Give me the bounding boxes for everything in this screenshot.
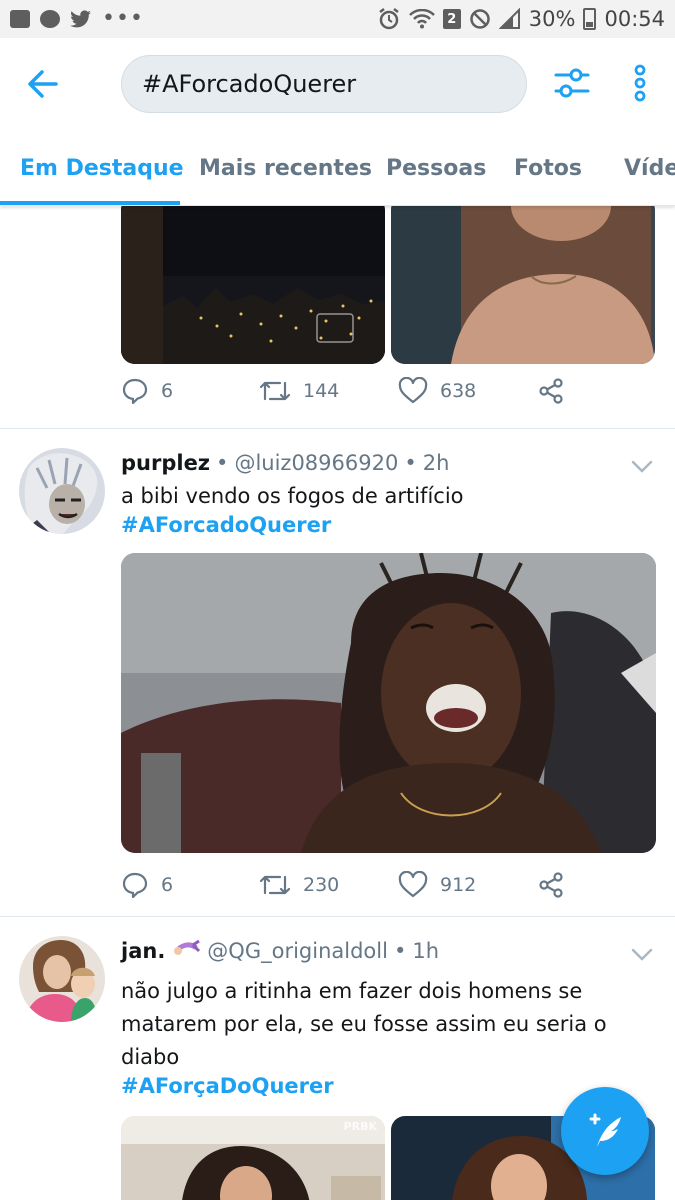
tweet-photo-actress-1[interactable]: PRBK: [121, 1116, 385, 1200]
like-count: 638: [440, 380, 477, 402]
retweet-icon: [259, 381, 291, 401]
retweet-count: 230: [303, 874, 340, 896]
tweet-header: jan. @QG_originaldoll • 1h: [121, 939, 439, 963]
author-name[interactable]: jan.: [121, 939, 165, 963]
search-filter-button[interactable]: [552, 63, 592, 103]
chevron-down-icon[interactable]: [630, 459, 654, 475]
retweet-icon: [259, 875, 291, 895]
tweet-header: purplez • @luiz08966920 • 2h: [121, 451, 449, 475]
whatsapp-icon: [40, 10, 60, 28]
reply-icon: [122, 872, 148, 899]
reply-button[interactable]: 6: [121, 871, 173, 899]
tweet-text: a bibi vendo os fogos de artifício: [121, 484, 464, 508]
twitter-icon: [70, 10, 91, 28]
tweet-photo-laughing-woman[interactable]: [121, 553, 656, 853]
woman-portrait-image: [391, 206, 655, 364]
compose-feather-icon: [589, 1113, 621, 1147]
reply-button[interactable]: 6: [121, 377, 173, 405]
like-count: 912: [440, 874, 477, 896]
do-not-disturb-icon: [470, 9, 490, 29]
back-button[interactable]: [24, 66, 64, 102]
active-tab-indicator: [0, 201, 180, 205]
heart-icon: [398, 377, 428, 404]
signal-icon: [498, 8, 520, 29]
reply-count: 6: [161, 874, 174, 896]
tweet-card[interactable]: purplez • @luiz08966920 • 2h a bibi vend…: [0, 429, 675, 917]
tab-videos[interactable]: Vídeos: [624, 132, 675, 204]
tweet-actions: 6 230 912: [121, 871, 591, 911]
more-notifications-icon: •••: [102, 6, 144, 31]
avatar[interactable]: [19, 448, 105, 534]
share-button[interactable]: [537, 871, 565, 899]
wifi-icon: [408, 9, 435, 29]
reply-count: 6: [161, 380, 174, 402]
watermark: PRBK: [343, 1120, 377, 1133]
separator-dot: •: [404, 451, 417, 475]
sim-badge: 2: [442, 9, 461, 29]
avatar[interactable]: [19, 936, 105, 1022]
like-button[interactable]: 912: [398, 871, 476, 899]
hashtag-link[interactable]: #AForçaDoQuerer: [121, 1074, 334, 1098]
separator-dot: •: [216, 451, 229, 475]
tweet-actions: 6 144 638: [121, 377, 591, 417]
separator-dot: •: [393, 939, 407, 963]
hashtag-link[interactable]: #AForcadoQuerer: [121, 513, 331, 537]
mermaid-emoji-icon: [174, 939, 201, 955]
overflow-menu-button[interactable]: [626, 63, 654, 103]
share-icon: [539, 872, 563, 898]
tab-photos[interactable]: Fotos: [514, 132, 582, 204]
battery-icon: [583, 8, 597, 30]
retweet-button[interactable]: 144: [259, 377, 339, 405]
author-name[interactable]: purplez: [121, 451, 210, 475]
chevron-down-icon[interactable]: [630, 947, 654, 963]
back-arrow-icon: [28, 70, 58, 98]
like-button[interactable]: 638: [398, 377, 476, 405]
search-results-feed[interactable]: 6 144 638 purplez • @luiz08966920 • 2h a…: [0, 206, 675, 1200]
avatar-image: [19, 448, 105, 534]
tweet-photo-woman[interactable]: [391, 206, 655, 364]
night-city-image: [121, 206, 385, 364]
tweet-timestamp: 1h: [412, 939, 440, 963]
app-header: #AForcadoQuerer: [0, 38, 675, 132]
tab-top[interactable]: Em Destaque: [20, 132, 184, 204]
tab-latest[interactable]: Mais recentes: [199, 132, 372, 204]
battery-percent: 30%: [528, 7, 576, 31]
reply-icon: [122, 378, 148, 405]
compose-tweet-button[interactable]: [561, 1087, 649, 1175]
author-handle[interactable]: @QG_originaldoll: [207, 939, 388, 963]
tweet-timestamp: 2h: [422, 451, 450, 475]
laughing-woman-image: [121, 553, 656, 853]
tweet-media-grid: [121, 206, 655, 364]
heart-icon: [398, 871, 428, 898]
retweet-count: 144: [303, 380, 340, 402]
share-button[interactable]: [537, 377, 565, 405]
search-input[interactable]: #AForcadoQuerer: [121, 55, 527, 113]
vertical-dots-icon: [634, 64, 646, 102]
status-bar: ••• 2 30% 00:54: [0, 0, 675, 38]
retweet-button[interactable]: 230: [259, 871, 339, 899]
search-tabs: Em Destaque Mais recentes Pessoas Fotos …: [0, 132, 675, 206]
sliders-icon: [554, 68, 590, 98]
author-handle[interactable]: @luiz08966920: [234, 451, 398, 475]
avatar-image: [19, 936, 105, 1022]
tweet-text: não julgo a ritinha em fazer dois homens…: [121, 979, 607, 1069]
tab-people[interactable]: Pessoas: [386, 132, 486, 204]
tweet-photo-night-city[interactable]: [121, 206, 385, 364]
clock: 00:54: [604, 7, 665, 31]
alarm-icon: [379, 8, 399, 30]
share-icon: [539, 378, 563, 404]
gallery-icon: [10, 10, 30, 28]
